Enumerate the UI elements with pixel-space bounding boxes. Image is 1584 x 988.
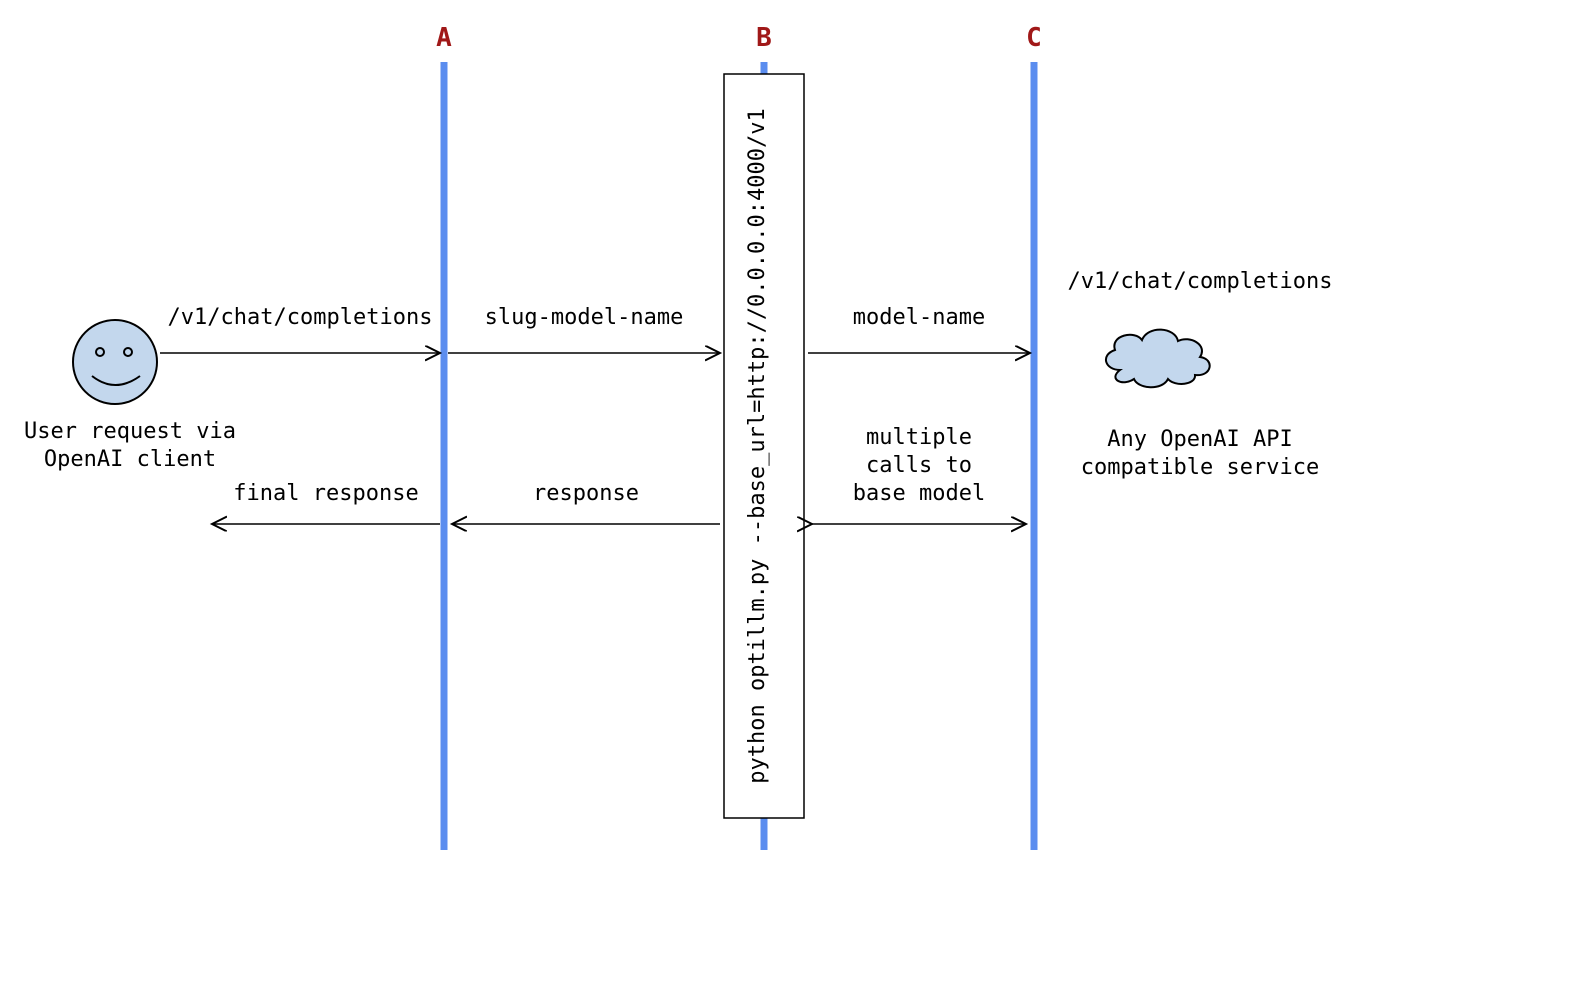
cloud-icon — [1106, 330, 1210, 388]
service-label-line2: compatible service — [1081, 455, 1319, 480]
user-icon — [73, 320, 157, 404]
service-label-line1: Any OpenAI API — [1107, 427, 1292, 452]
msg-a-to-b: slug-model-name — [485, 305, 684, 330]
lifeline-b-label: B — [756, 23, 772, 53]
user-label-line1: User request via — [24, 419, 236, 444]
service-endpoint: /v1/chat/completions — [1068, 269, 1333, 294]
msg-bc-line2: calls to — [866, 453, 972, 478]
msg-a-to-user: final response — [233, 481, 418, 506]
msg-user-to-a: /v1/chat/completions — [168, 305, 433, 330]
msg-bc-line1: multiple — [866, 425, 972, 450]
lifeline-a-label: A — [436, 23, 452, 53]
sequence-diagram: A B C python optillm.py --base_url=http:… — [0, 0, 1584, 988]
optillm-command: python optillm.py --base_url=http://0.0.… — [745, 108, 770, 784]
msg-bc-line3: base model — [853, 481, 985, 506]
msg-b-to-a: response — [533, 481, 639, 506]
msg-b-to-c: model-name — [853, 305, 985, 330]
user-label-line2: OpenAI client — [44, 447, 216, 472]
lifeline-c-label: C — [1026, 23, 1042, 53]
